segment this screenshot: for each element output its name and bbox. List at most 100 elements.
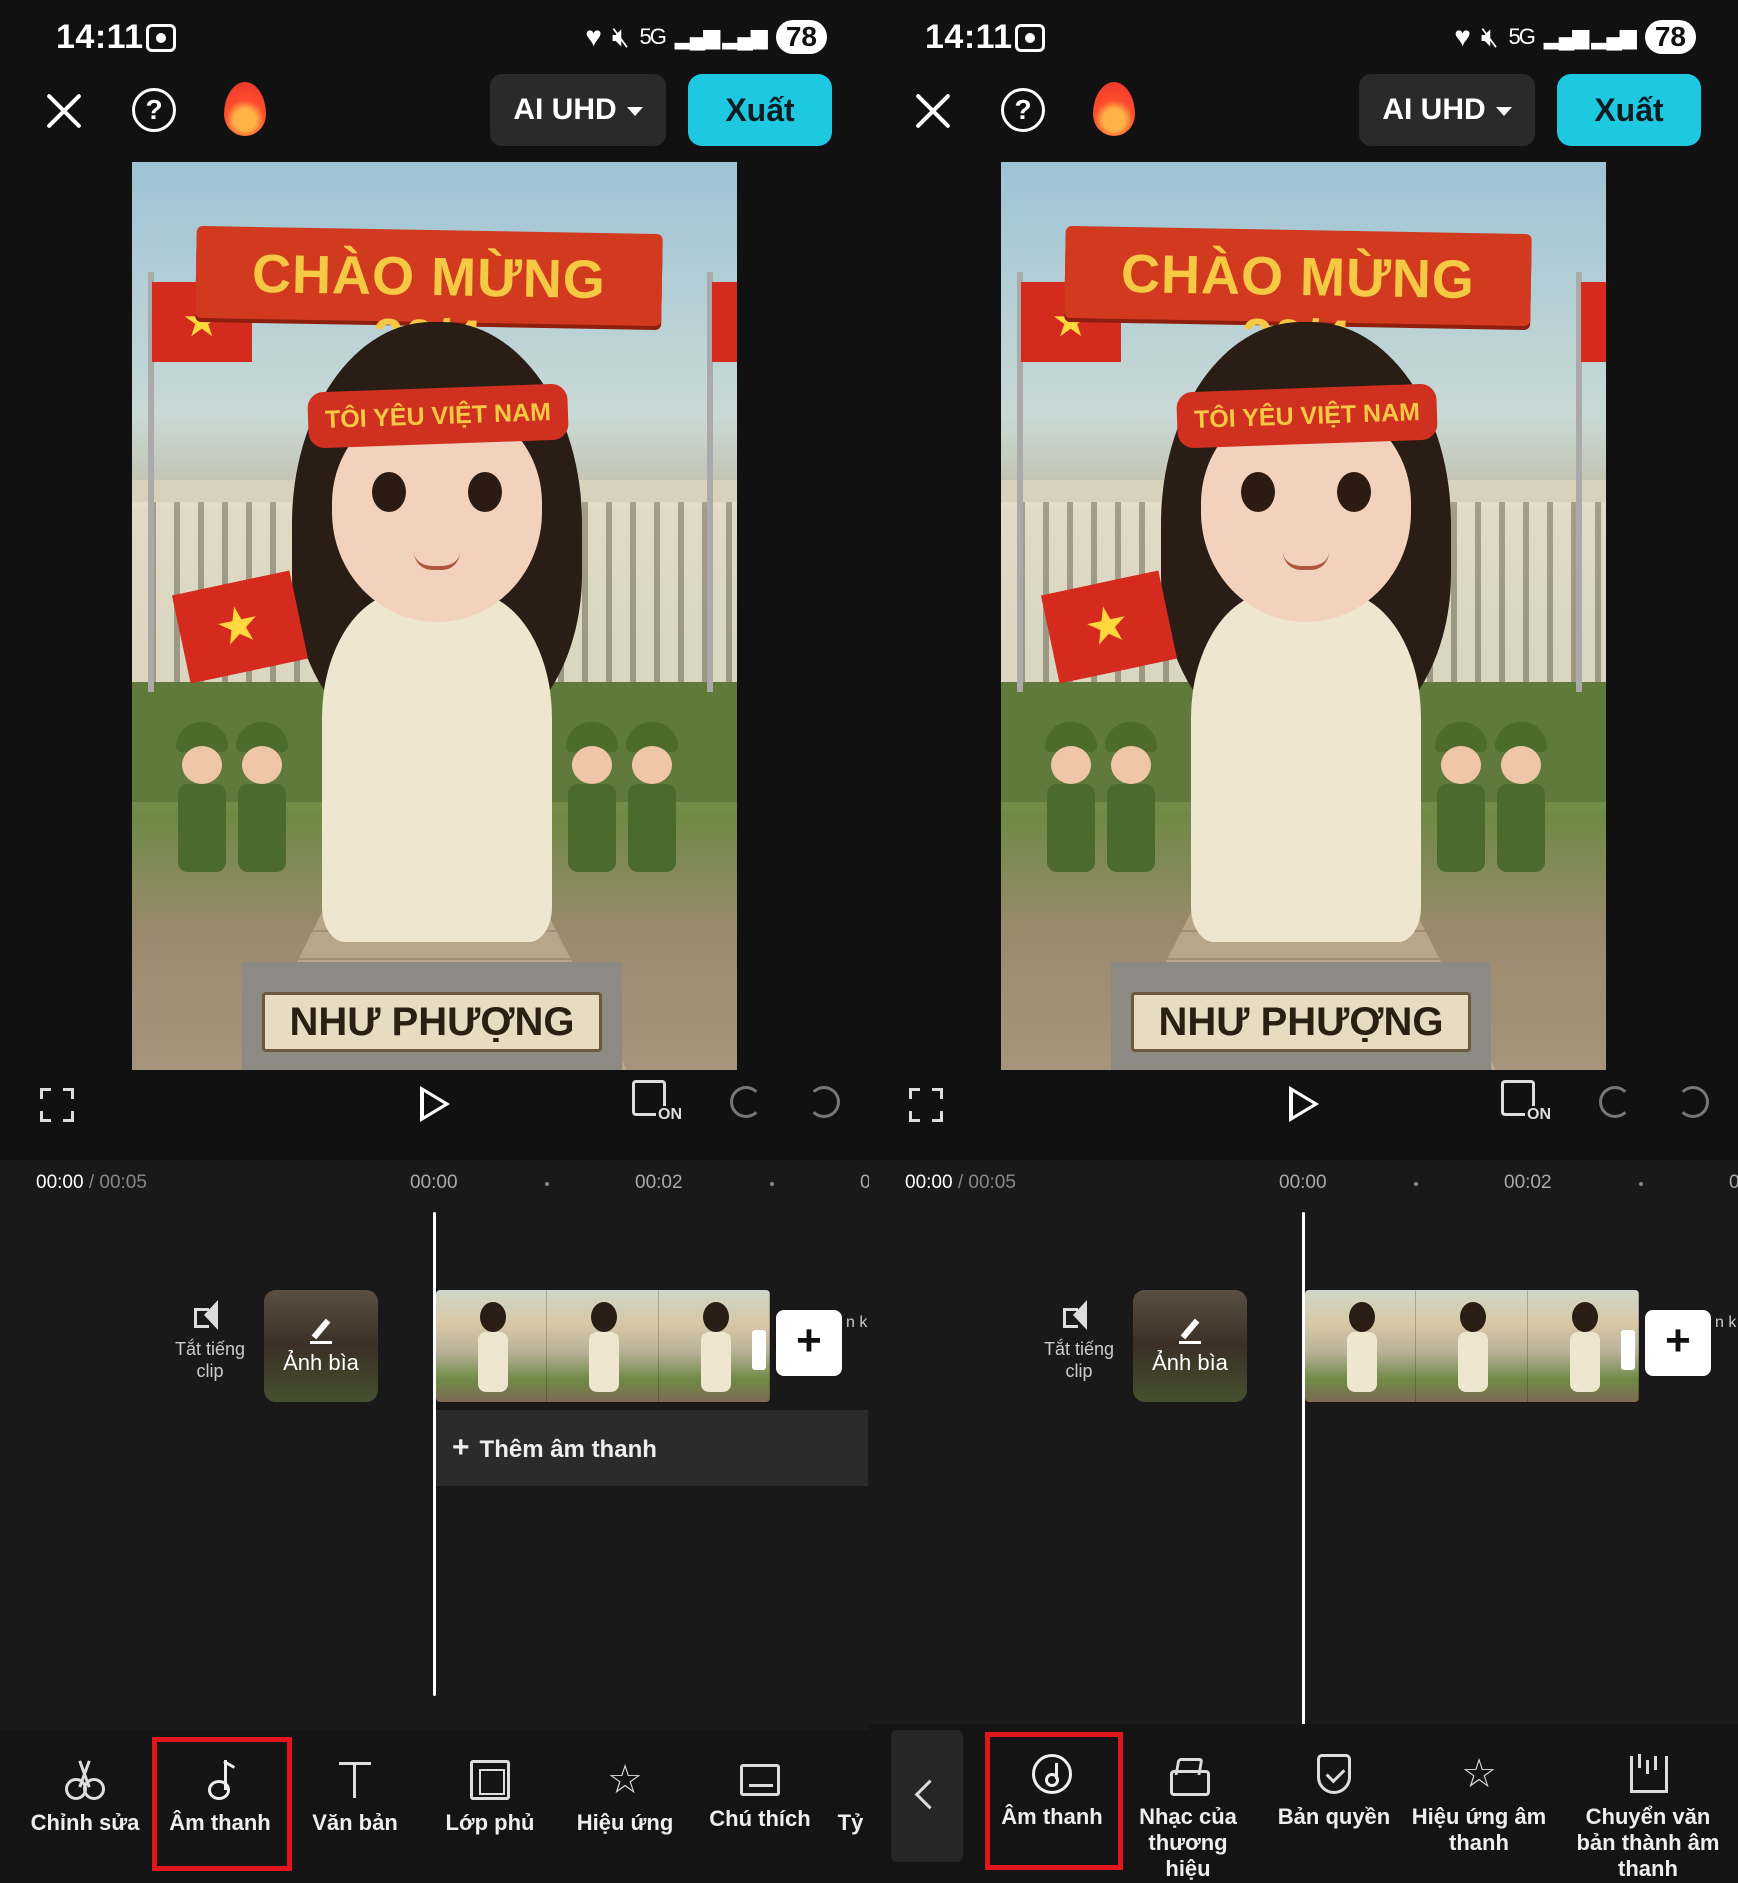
soldier-figure (562, 722, 622, 872)
status-bar: 14:11 ♥ 🔇︎ 5G ▂▄▆ ▂▄▆ 78 (869, 0, 1738, 76)
undo-icon[interactable] (730, 1086, 762, 1118)
scissors-icon (65, 1760, 105, 1800)
export-button[interactable]: Xuất (688, 74, 832, 146)
soldier-figure (1101, 722, 1161, 872)
add-clip-button[interactable]: + (1645, 1310, 1711, 1376)
add-audio-label: Thêm âm thanh (479, 1436, 657, 1463)
export-button[interactable]: Xuất (1557, 74, 1701, 146)
mute-icon: 🔇︎ (1480, 20, 1499, 52)
text-icon (335, 1760, 375, 1800)
timeline[interactable]: 00:00 / 00:05 00:00 00:02 0 Tắt tiếng cl… (869, 1160, 1738, 1732)
star-icon: ★ (1079, 593, 1135, 658)
ratio-toggle-icon[interactable]: ON (1501, 1080, 1553, 1128)
ruler-dot (1414, 1182, 1418, 1186)
fullscreen-icon[interactable] (908, 1087, 948, 1127)
tool-label-line2: thương hiệu (1148, 1830, 1228, 1881)
undo-icon[interactable] (1599, 1086, 1631, 1118)
add-clip-button[interactable]: + (776, 1310, 842, 1376)
play-icon[interactable] (1289, 1086, 1319, 1122)
play-icon[interactable] (420, 1086, 450, 1122)
signal-icon: ▂▄▆ ▂▄▆ (674, 24, 768, 49)
eye (1337, 472, 1371, 512)
cover-button[interactable]: Ảnh bìa (264, 1290, 378, 1402)
clip-frame (547, 1290, 659, 1402)
shield-icon (1317, 1754, 1351, 1794)
plus-icon: + (452, 1431, 470, 1464)
clip-trim-handle[interactable] (1621, 1330, 1635, 1370)
network-label: 5G (1508, 24, 1536, 49)
nameplate: NHƯ PHƯỢNG (262, 992, 602, 1052)
ruler-dot (770, 1182, 774, 1186)
tool-label: Chú thích (709, 1806, 811, 1831)
cover-button[interactable]: Ảnh bìa (1133, 1290, 1247, 1402)
tool-edit[interactable]: Chỉnh sửa (20, 1730, 150, 1883)
tool-captions[interactable]: Chú thích (695, 1730, 825, 1883)
eye (1241, 472, 1275, 512)
video-clip[interactable] (436, 1290, 770, 1402)
status-icons: ♥ 🔇︎ 5G ▂▄▆ ▂▄▆ 78 (585, 20, 827, 54)
signal-icon: ▂▄▆ ▂▄▆ (1543, 24, 1637, 49)
banner: CHÀO MỪNG 30/4 (1064, 225, 1532, 370)
back-button[interactable] (891, 1730, 963, 1862)
tool-label-line1: Hiệu ứng âm (1411, 1804, 1547, 1829)
tool-copyright[interactable]: Bản quyền (1269, 1724, 1399, 1877)
tool-label-line1: Nhạc của (1139, 1804, 1237, 1829)
headband-text: TÔI YÊU VIỆT NAM (324, 398, 552, 434)
cover-label: Ảnh bìa (1152, 1350, 1228, 1375)
text-to-speech-icon (1628, 1754, 1668, 1794)
fullscreen-icon[interactable] (39, 1087, 79, 1127)
ruler-mark: 00:02 (1504, 1172, 1552, 1193)
clip-extra-text: n k (1715, 1314, 1737, 1331)
time-readout: 00:00 / 00:05 (36, 1172, 147, 1194)
mute-label-line1: Tắt tiếng (1043, 1339, 1115, 1359)
clip-trim-handle[interactable] (752, 1330, 766, 1370)
tool-effects[interactable]: ☆ Hiệu ứng (560, 1730, 690, 1883)
current-time: 00:00 (36, 1172, 84, 1193)
tool-overlay[interactable]: Lớp phủ (425, 1730, 555, 1883)
caption-icon (740, 1764, 780, 1796)
tool-text-to-speech[interactable]: Chuyển văn bản thành âm thanh (1573, 1724, 1723, 1881)
fire-icon[interactable] (224, 82, 266, 136)
ratio-on-badge: ON (656, 1106, 684, 1124)
tool-text[interactable]: Văn bản (290, 1730, 420, 1883)
help-icon[interactable]: ? (132, 88, 176, 132)
main-toolbar: Chỉnh sửa Âm thanh Văn bản Lớp phủ ☆ Hiệu… (0, 1730, 869, 1883)
tool-brand-music[interactable]: Nhạc của thương hiệu (1123, 1724, 1253, 1881)
playback-controls: ON (0, 1080, 869, 1150)
screen-record-icon (146, 24, 176, 52)
mute-clip-button[interactable]: Tắt tiếng clip (160, 1300, 260, 1382)
mute-label-line1: Tắt tiếng (174, 1339, 246, 1359)
mute-label-line2: clip (1065, 1361, 1093, 1381)
tool-sound-effects[interactable]: ☆ Hiệu ứng âm thanh (1403, 1724, 1555, 1877)
tool-label: Lớp phủ (445, 1810, 535, 1835)
timeline[interactable]: 00:00 / 00:05 00:00 00:02 0 Tắt tiếng cl… (0, 1160, 869, 1730)
mute-clip-button[interactable]: Tắt tiếng clip (1029, 1300, 1129, 1382)
ratio-on-badge: ON (1525, 1106, 1553, 1124)
total-time: / 00:05 (88, 1172, 147, 1193)
redo-icon[interactable] (1677, 1086, 1709, 1118)
pencil-icon (1179, 1318, 1201, 1344)
redo-icon[interactable] (808, 1086, 840, 1118)
tool-ratio[interactable]: Tỷ (832, 1730, 869, 1883)
close-icon[interactable] (44, 90, 84, 130)
quality-dropdown[interactable]: AI UHD (1359, 74, 1535, 146)
ratio-toggle-icon[interactable]: ON (632, 1080, 684, 1128)
right-screen: 14:11 ♥ 🔇︎ 5G ▂▄▆ ▂▄▆ 78 ? AI UHD Xuất ★… (869, 0, 1738, 1883)
add-audio-button[interactable]: + Thêm âm thanh (436, 1410, 868, 1486)
headband: TÔI YÊU VIỆT NAM (1176, 383, 1438, 449)
video-clip[interactable] (1305, 1290, 1639, 1402)
ruler-mark: 0 (1729, 1172, 1738, 1193)
soldier-figure (1041, 722, 1101, 872)
close-icon[interactable] (913, 90, 953, 130)
fire-icon[interactable] (1093, 82, 1135, 136)
status-time: 14:11 (56, 18, 144, 56)
caret-down-icon (626, 106, 643, 116)
playhead[interactable] (433, 1212, 436, 1696)
video-preview[interactable]: ★ CHÀO MỪNG 30/4 TÔI YÊU VIỆT NAM ★ NHƯ … (132, 162, 737, 1070)
clip-frame (436, 1290, 548, 1402)
playhead[interactable] (1302, 1212, 1305, 1732)
help-icon[interactable]: ? (1001, 88, 1045, 132)
video-preview[interactable]: ★ CHÀO MỪNG 30/4 TÔI YÊU VIỆT NAM ★ NHƯ … (1001, 162, 1606, 1070)
battery-level: 78 (775, 20, 827, 54)
quality-dropdown[interactable]: AI UHD (490, 74, 666, 146)
